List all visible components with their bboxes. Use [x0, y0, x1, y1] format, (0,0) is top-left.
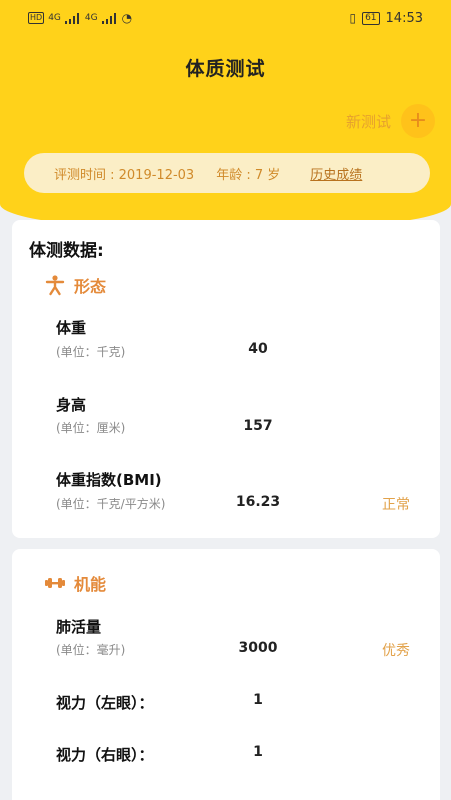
- clock-time: 14:53: [385, 10, 423, 26]
- status-right: ▯ 61 14:53: [349, 11, 423, 26]
- battery-icon: 61: [362, 11, 380, 25]
- row-label: 视力（左眼）：: [56, 694, 154, 712]
- row-label: 体重: [56, 319, 87, 337]
- section-morphology: 形态: [44, 273, 106, 297]
- card-title: 体测数据:: [29, 241, 104, 261]
- row-value: 1: [253, 692, 263, 708]
- new-test-label: 新测试: [345, 112, 391, 131]
- status-label: 正常: [382, 497, 410, 513]
- dumbbell-icon: [45, 578, 65, 588]
- status-bar: HD 4G 4G ◔ ▯ 61 14:53: [0, 0, 451, 36]
- network-type-a: 4G: [48, 13, 61, 23]
- plus-icon[interactable]: +: [401, 104, 435, 138]
- status-label: 优秀: [382, 643, 410, 659]
- test-info-bar: 评测时间 : 2019-12-03 年龄 : 7 岁 历史成绩: [24, 153, 430, 193]
- section-title: 形态: [74, 277, 107, 296]
- signal-icon: [101, 12, 118, 24]
- row-value: 40: [248, 341, 268, 357]
- person-icon: [45, 275, 65, 296]
- section-title: 机能: [74, 575, 107, 594]
- row-unit: (单位：厘米): [56, 421, 126, 435]
- row-value: 3000: [238, 640, 278, 656]
- signal-icon: [64, 12, 81, 24]
- hd-icon: HD: [28, 12, 45, 24]
- row-label: 体重指数(BMI): [56, 471, 162, 489]
- row-unit: (单位：毫升): [56, 643, 126, 657]
- row-unit: (单位：千克): [56, 345, 126, 359]
- row-label: 肺活量: [56, 618, 102, 636]
- section-function: 机能: [44, 571, 106, 595]
- row-value: 16.23: [235, 494, 281, 510]
- test-data-card: 体测数据: 形态 体重 (单位：千克) 40 身高 (单位：厘米) 157 体重…: [12, 220, 440, 538]
- new-test-button[interactable]: 新测试 +: [346, 104, 435, 138]
- row-label: 视力（右眼）：: [56, 746, 154, 764]
- status-left: HD 4G 4G ◔: [28, 11, 132, 25]
- network-type-b: 4G: [84, 13, 98, 23]
- age-value: 年龄 : 7 岁: [216, 167, 281, 183]
- wifi-icon: ◔: [121, 11, 133, 25]
- row-label: 身高: [56, 396, 87, 414]
- row-unit: (单位：千克/平方米): [56, 497, 166, 511]
- row-value: 1: [253, 744, 263, 760]
- test-time: 评测时间 : 2019-12-03: [54, 167, 195, 183]
- row-value: 157: [243, 418, 273, 434]
- function-card: 机能 肺活量 (单位：毫升) 3000 优秀 视力（左眼）： 1 视力（右眼）：…: [12, 549, 440, 800]
- page-title: 体质测试: [185, 58, 266, 80]
- vibrate-icon: ▯: [349, 11, 357, 25]
- history-link[interactable]: 历史成绩: [310, 164, 362, 183]
